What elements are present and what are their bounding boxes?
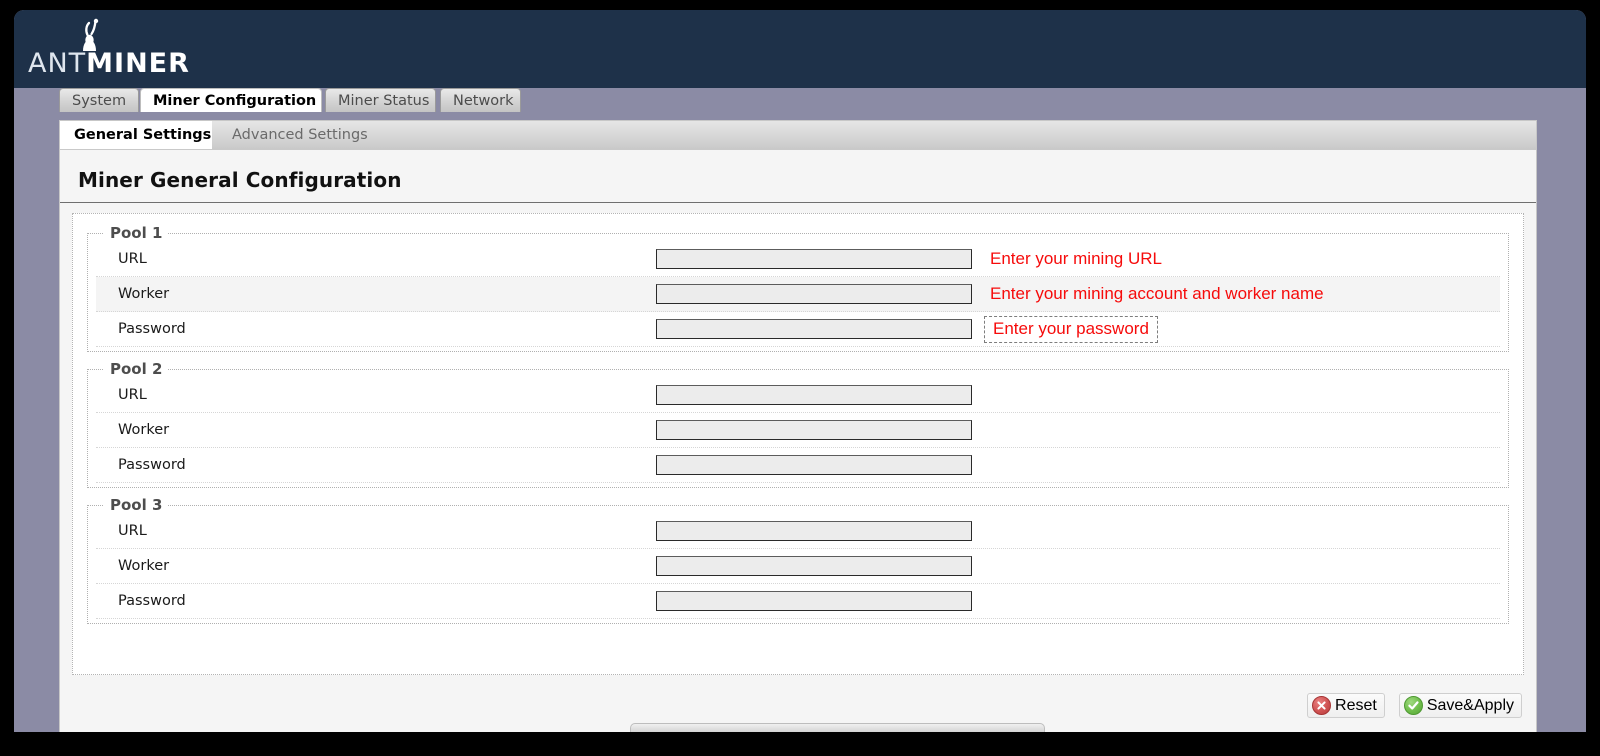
screen: ANTMINER System Miner Configuration Mine… — [0, 0, 1600, 756]
app-window: ANTMINER System Miner Configuration Mine… — [14, 10, 1586, 732]
subtab-label: General Settings — [74, 127, 212, 143]
pool-3-url-row: URL — [96, 514, 1500, 549]
subtab-advanced-settings[interactable]: Advanced Settings — [218, 121, 382, 149]
pool-1-password-row: Password Enter your password — [96, 312, 1500, 347]
pool-3-url-input[interactable] — [656, 521, 972, 541]
reset-button-label: Reset — [1335, 696, 1377, 714]
pool-3-url-label: URL — [118, 523, 147, 539]
content-card: General Settings Advanced Settings Miner… — [59, 120, 1537, 732]
save-apply-button-label: Save&Apply — [1426, 696, 1514, 714]
tab-label: Miner Configuration — [153, 93, 317, 109]
pool-1-url-row: URL Enter your mining URL — [96, 242, 1500, 277]
save-apply-button[interactable]: Save&Apply — [1398, 693, 1522, 718]
pool-2-worker-input[interactable] — [656, 420, 972, 440]
horizontal-scrollbar[interactable] — [630, 723, 1045, 732]
pool-2-worker-label: Worker — [118, 422, 170, 438]
tab-miner-status[interactable]: Miner Status — [325, 88, 436, 112]
main-tabbar: System Miner Configuration Miner Status … — [14, 88, 1586, 112]
pool-2-legend: Pool 2 — [110, 360, 163, 378]
right-gutter — [1537, 88, 1586, 732]
pool-1-fieldset: Pool 1 URL Enter your mining URL Worker … — [87, 224, 1509, 352]
pool-1-url-input[interactable] — [656, 249, 972, 269]
tab-miner-configuration[interactable]: Miner Configuration — [140, 88, 322, 112]
pool-1-worker-hint: Enter your mining account and worker nam… — [990, 284, 1324, 303]
brand-name-part2: MINER — [86, 48, 190, 79]
pool-3-password-input[interactable] — [656, 591, 972, 611]
tab-label: System — [72, 93, 127, 109]
sub-tabbar: General Settings Advanced Settings — [60, 121, 1536, 150]
pool-3-fieldset: Pool 3 URL Worker Password — [87, 496, 1509, 624]
reset-button[interactable]: Reset — [1307, 693, 1385, 718]
subtab-label: Advanced Settings — [232, 127, 368, 143]
pool-1-password-input[interactable] — [656, 319, 972, 339]
subtab-general-settings[interactable]: General Settings — [60, 121, 212, 149]
pool-1-url-hint: Enter your mining URL — [990, 249, 1162, 268]
pool-1-password-hint: Enter your password — [984, 315, 1158, 343]
pool-2-password-label: Password — [118, 457, 186, 473]
pool-2-url-label: URL — [118, 387, 147, 403]
pool-1-worker-row: Worker Enter your mining account and wor… — [96, 277, 1500, 312]
pools-container: Pool 1 URL Enter your mining URL Worker … — [72, 213, 1524, 675]
pool-3-legend: Pool 3 — [110, 496, 163, 514]
pool-3-worker-label: Worker — [118, 558, 170, 574]
tab-label: Network — [453, 93, 514, 109]
check-circle-icon — [1403, 696, 1423, 715]
pool-2-password-row: Password — [96, 448, 1500, 483]
title-divider — [60, 202, 1536, 203]
tab-system[interactable]: System — [59, 88, 139, 112]
form-actions: Reset Save&Apply — [1307, 693, 1522, 718]
pool-3-password-label: Password — [118, 593, 186, 609]
pool-2-url-row: URL — [96, 378, 1500, 413]
pool-1-worker-label: Worker — [118, 286, 170, 302]
pool-2-password-input[interactable] — [656, 455, 972, 475]
pool-3-worker-input[interactable] — [656, 556, 972, 576]
pool-1-worker-input[interactable] — [656, 284, 972, 304]
brand-logo[interactable]: ANTMINER — [22, 18, 232, 80]
pool-2-url-input[interactable] — [656, 385, 972, 405]
brand-name-part1: ANT — [28, 48, 87, 79]
pool-1-legend: Pool 1 — [110, 224, 163, 242]
pool-1-url-label: URL — [118, 251, 147, 267]
cancel-icon — [1312, 696, 1332, 715]
tab-label: Miner Status — [338, 93, 430, 109]
pool-3-worker-row: Worker — [96, 549, 1500, 584]
tab-network[interactable]: Network — [440, 88, 521, 112]
pool-2-worker-row: Worker — [96, 413, 1500, 448]
pool-2-fieldset: Pool 2 URL Worker Password — [87, 360, 1509, 488]
page-title: Miner General Configuration — [78, 168, 402, 192]
app-header: ANTMINER — [14, 10, 1586, 88]
pool-3-password-row: Password — [96, 584, 1500, 619]
pool-1-password-label: Password — [118, 321, 186, 337]
brand-wordmark: ANTMINER — [28, 48, 190, 79]
